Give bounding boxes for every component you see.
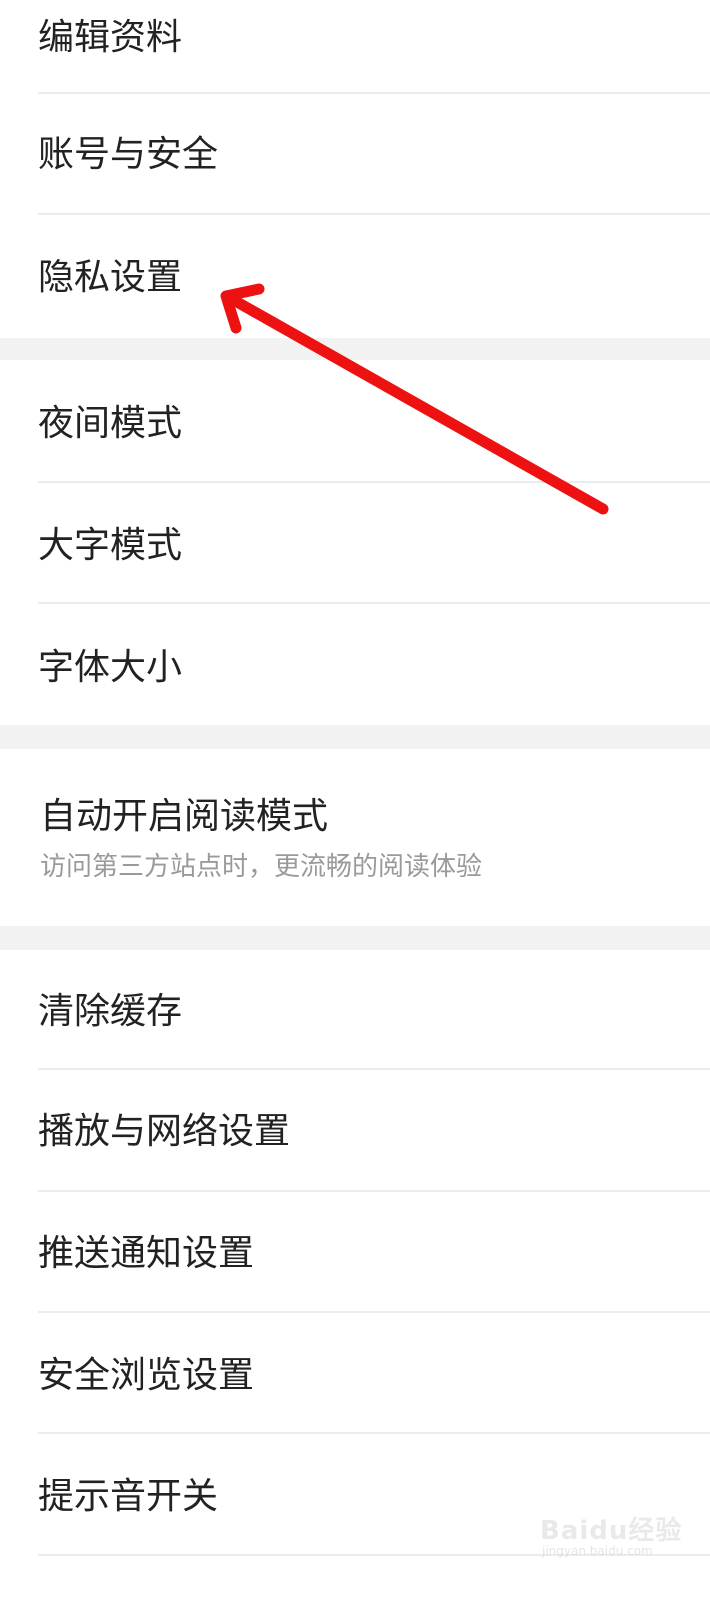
settings-item-label: 自动开启阅读模式: [40, 796, 329, 837]
settings-item-description: 访问第三方站点时，更流畅的阅读体验: [40, 852, 483, 882]
settings-item-font-size[interactable]: 字体大小: [0, 604, 710, 725]
watermark-brand: Baidu经验: [540, 1516, 683, 1546]
settings-item-edit-profile[interactable]: 编辑资料: [0, 0, 710, 92]
settings-item-label: 字体大小: [38, 647, 183, 688]
watermark-url: jingyan.baidu.com: [542, 1544, 653, 1558]
section-gap: [0, 338, 710, 360]
settings-item-label: 编辑资料: [38, 17, 183, 58]
settings-item-clear-cache[interactable]: 清除缓存: [0, 950, 710, 1068]
settings-item-privacy[interactable]: 隐私设置: [0, 215, 710, 338]
settings-item-account-security[interactable]: 账号与安全: [0, 94, 710, 213]
settings-item-label: 大字模式: [38, 525, 183, 566]
settings-item-label: 提示音开关: [38, 1476, 219, 1517]
section-gap: [0, 725, 710, 749]
settings-item-label: 夜间模式: [38, 403, 183, 444]
section-gap: [0, 926, 710, 950]
settings-item-label: 推送通知设置: [38, 1233, 255, 1274]
settings-item-playback-network[interactable]: 播放与网络设置: [0, 1070, 710, 1190]
settings-item-push-notifications[interactable]: 推送通知设置: [0, 1192, 710, 1311]
settings-item-large-text-mode[interactable]: 大字模式: [0, 483, 710, 602]
settings-item-label: 播放与网络设置: [38, 1111, 291, 1152]
settings-item-label: 隐私设置: [38, 257, 183, 298]
settings-item-night-mode[interactable]: 夜间模式: [0, 360, 710, 481]
settings-item-safe-browsing[interactable]: 安全浏览设置: [0, 1313, 710, 1432]
settings-item-label: 清除缓存: [38, 991, 183, 1032]
settings-item-label: 账号与安全: [38, 134, 219, 175]
settings-item-label: 安全浏览设置: [38, 1355, 255, 1396]
settings-item-auto-reader-mode[interactable]: 自动开启阅读模式 访问第三方站点时，更流畅的阅读体验: [0, 749, 710, 926]
baidu-watermark: Baidu经验 jingyan.baidu.com: [540, 1500, 700, 1560]
